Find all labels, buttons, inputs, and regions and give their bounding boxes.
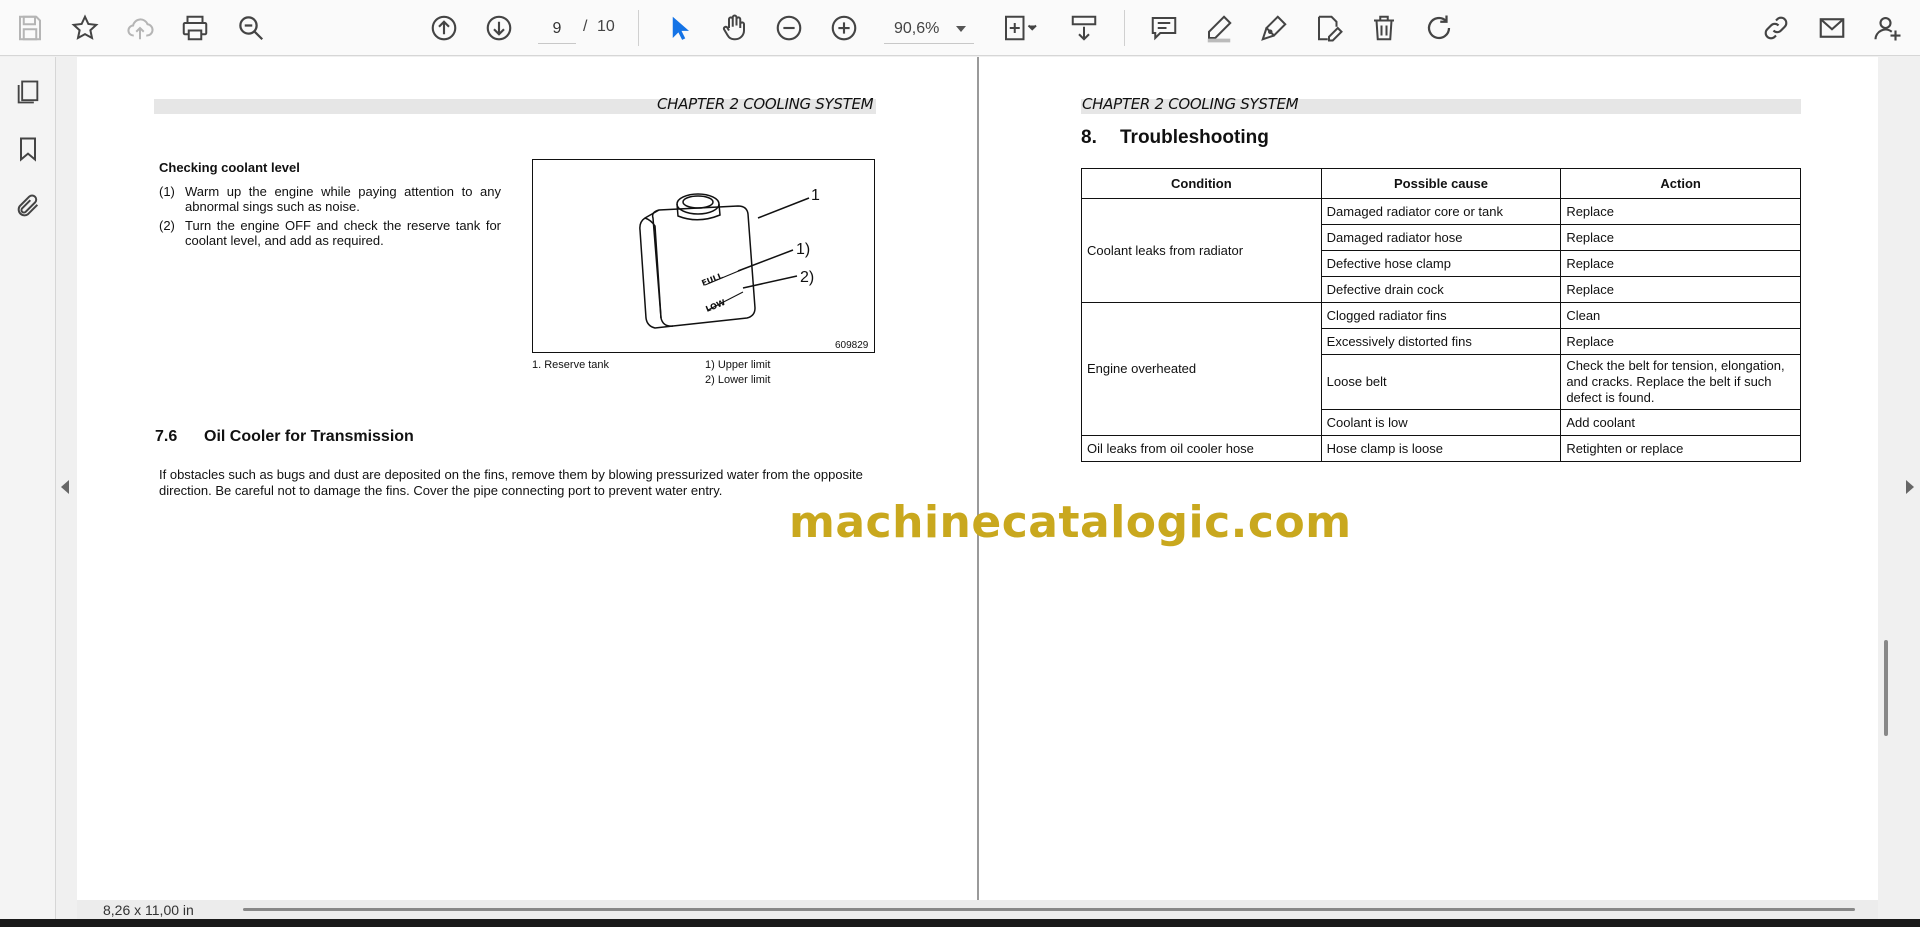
fit-page-icon[interactable] bbox=[998, 10, 1044, 46]
cause-cell: Damaged radiator core or tank bbox=[1320, 198, 1562, 225]
zoom-value: 90,6% bbox=[894, 19, 940, 37]
table-header-row: Condition Possible cause Action bbox=[1081, 168, 1801, 199]
scroll-mode-icon[interactable] bbox=[1066, 10, 1102, 46]
reserve-tank-figure: FULL LOW 1 1) 2) 609829 bbox=[532, 159, 875, 353]
horizontal-scrollbar[interactable] bbox=[243, 908, 1855, 911]
action-cell: Clean bbox=[1560, 302, 1801, 329]
hand-icon[interactable] bbox=[716, 10, 752, 46]
highlight-pen-icon[interactable] bbox=[1201, 10, 1237, 46]
document-view[interactable]: CHAPTER 2 COOLING SYSTEM Checking coolan… bbox=[77, 57, 1878, 900]
attachment-icon[interactable] bbox=[10, 188, 46, 224]
left-sidebar bbox=[0, 57, 56, 919]
star-icon[interactable] bbox=[67, 10, 103, 46]
zoom-out-icon[interactable] bbox=[771, 10, 807, 46]
save-icon[interactable] bbox=[12, 10, 48, 46]
action-cell: Replace bbox=[1560, 224, 1801, 251]
rotate-icon[interactable] bbox=[1421, 10, 1457, 46]
table-row: Oil leaks from oil cooler hose Hose clam… bbox=[1081, 435, 1801, 462]
step-number: (1) bbox=[159, 184, 175, 199]
bookmark-icon[interactable] bbox=[10, 131, 46, 167]
zoom-search-icon[interactable] bbox=[233, 10, 269, 46]
page-up-icon[interactable] bbox=[426, 10, 462, 46]
collapse-left-panel-icon[interactable] bbox=[61, 480, 69, 494]
oil-cooler-paragraph: If obstacles such as bugs and dust are d… bbox=[159, 467, 863, 498]
toolbar-divider bbox=[1124, 10, 1125, 46]
cause-cell: Hose clamp is loose bbox=[1320, 435, 1562, 462]
column-header: Action bbox=[1560, 168, 1801, 199]
callout-lower-limit: 2) bbox=[800, 269, 814, 286]
table-row: Engine overheated Clogged radiator fins … bbox=[1081, 302, 1801, 436]
table-row: Coolant leaks from radiator Damaged radi… bbox=[1081, 198, 1801, 303]
condition-cell: Oil leaks from oil cooler hose bbox=[1081, 435, 1322, 462]
cause-cell: Clogged radiator fins bbox=[1320, 302, 1562, 329]
toolbar-divider bbox=[638, 10, 639, 46]
section-title: Troubleshooting bbox=[1120, 127, 1269, 148]
add-user-icon[interactable] bbox=[1870, 10, 1906, 46]
step-number: (2) bbox=[159, 218, 175, 233]
figure-caption-item: 1. Reserve tank bbox=[532, 359, 610, 371]
page-separator: / bbox=[583, 18, 588, 35]
page-number-input[interactable] bbox=[538, 14, 576, 44]
page-divider bbox=[977, 57, 979, 900]
watermark: machinecatalogic.com bbox=[789, 497, 1352, 548]
cause-cell: Loose belt bbox=[1320, 354, 1562, 410]
page-down-icon[interactable] bbox=[481, 10, 517, 46]
delete-icon[interactable] bbox=[1366, 10, 1402, 46]
condition-cell: Coolant leaks from radiator bbox=[1081, 198, 1322, 303]
pages-icon[interactable] bbox=[10, 74, 46, 110]
cause-cell: Defective hose clamp bbox=[1320, 250, 1562, 277]
checking-coolant-heading: Checking coolant level bbox=[159, 160, 300, 175]
figure-id: 609829 bbox=[835, 340, 869, 351]
figure-caption-upper: 1) Upper limit bbox=[705, 359, 771, 371]
upload-cloud-icon[interactable] bbox=[122, 10, 158, 46]
draw-icon[interactable] bbox=[1256, 10, 1292, 46]
step-text: Warm up the engine while paying attentio… bbox=[185, 184, 501, 214]
reserve-tank-drawing: FULL LOW 1 1) 2) 609829 bbox=[639, 187, 869, 351]
page-size-label: 8,26 x 11,00 in bbox=[103, 902, 194, 918]
total-pages: 10 bbox=[597, 18, 615, 35]
cause-cell: Damaged radiator hose bbox=[1320, 224, 1562, 251]
callout-reserve-tank: 1 bbox=[811, 187, 820, 204]
comment-icon[interactable] bbox=[1146, 10, 1182, 46]
section-number: 7.6 bbox=[155, 428, 178, 445]
action-cell: Replace bbox=[1560, 250, 1801, 277]
cause-cell: Excessively distorted fins bbox=[1320, 328, 1562, 355]
link-icon[interactable] bbox=[1758, 10, 1794, 46]
action-cell: Replace bbox=[1560, 276, 1801, 303]
condition-cell: Engine overheated bbox=[1081, 302, 1322, 436]
step-text: Turn the engine OFF and check the reserv… bbox=[185, 218, 501, 248]
chevron-down-icon bbox=[956, 25, 966, 32]
zoom-select[interactable]: 90,6% bbox=[884, 14, 974, 44]
top-toolbar: / 10 90,6% bbox=[0, 0, 1920, 56]
collapse-right-panel-icon[interactable] bbox=[1906, 480, 1914, 494]
zoom-in-icon[interactable] bbox=[826, 10, 862, 46]
action-cell: Add coolant bbox=[1560, 409, 1801, 436]
cause-cell: Defective drain cock bbox=[1320, 276, 1562, 303]
figure-caption-lower: 2) Lower limit bbox=[705, 374, 771, 386]
column-header: Condition bbox=[1081, 168, 1322, 199]
select-pointer-icon[interactable] bbox=[661, 10, 697, 46]
column-header: Possible cause bbox=[1320, 168, 1562, 199]
section-number: 8. bbox=[1081, 127, 1097, 148]
troubleshooting-table: Condition Possible cause Action Coolant … bbox=[1081, 168, 1801, 462]
edit-icon[interactable] bbox=[1311, 10, 1347, 46]
low-mark-label: LOW bbox=[704, 298, 726, 314]
action-cell: Replace bbox=[1560, 328, 1801, 355]
callout-upper-limit: 1) bbox=[796, 241, 810, 258]
full-mark-label: FULL bbox=[700, 271, 724, 288]
print-icon[interactable] bbox=[177, 10, 213, 46]
chapter-header-left: CHAPTER 2 COOLING SYSTEM bbox=[657, 95, 874, 113]
action-cell: Retighten or replace bbox=[1560, 435, 1801, 462]
taskbar-edge bbox=[0, 919, 1920, 927]
action-cell: Check the belt for tension, elongation, … bbox=[1560, 354, 1801, 410]
vertical-scrollbar[interactable] bbox=[1884, 640, 1888, 736]
mail-icon[interactable] bbox=[1814, 10, 1850, 46]
cause-cell: Coolant is low bbox=[1320, 409, 1562, 436]
section-title: Oil Cooler for Transmission bbox=[204, 428, 414, 445]
action-cell: Replace bbox=[1560, 198, 1801, 225]
chapter-header-right: CHAPTER 2 COOLING SYSTEM bbox=[1082, 95, 1299, 113]
status-bar: 8,26 x 11,00 in bbox=[77, 900, 1878, 919]
